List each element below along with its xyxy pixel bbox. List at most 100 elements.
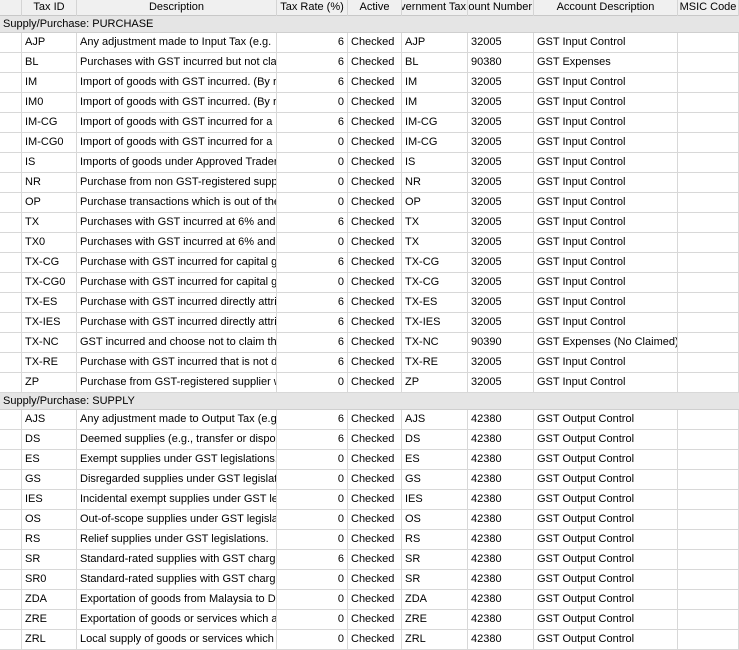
table-row[interactable]: TX0 Purchases with GST incurred at 6% and…	[0, 233, 739, 253]
cell-account-number[interactable]: 42380	[468, 590, 534, 610]
table-row[interactable]: IES Incidental exempt supplies under GST …	[0, 490, 739, 510]
cell-tax-id[interactable]: ZP	[22, 373, 77, 393]
cell-account-description[interactable]: GST Output Control	[534, 530, 678, 550]
cell-active[interactable]: Checked	[348, 590, 402, 610]
cell-government-tax[interactable]: IM-CG	[402, 133, 468, 153]
cell-description[interactable]: Standard-rated supplies with GST charge	[77, 570, 277, 590]
cell-tax-rate[interactable]: 6	[277, 410, 348, 430]
cell-msic-code[interactable]	[678, 550, 739, 570]
cell-msic-code[interactable]	[678, 490, 739, 510]
cell-msic-code[interactable]	[678, 373, 739, 393]
cell-tax-id[interactable]: DS	[22, 430, 77, 450]
cell-msic-code[interactable]	[678, 470, 739, 490]
cell-msic-code[interactable]	[678, 213, 739, 233]
cell-account-number[interactable]: 32005	[468, 193, 534, 213]
cell-msic-code[interactable]	[678, 293, 739, 313]
cell-active[interactable]: Checked	[348, 193, 402, 213]
cell-active[interactable]: Checked	[348, 53, 402, 73]
cell-government-tax[interactable]: GS	[402, 470, 468, 490]
cell-government-tax[interactable]: OP	[402, 193, 468, 213]
column-header-tax-id[interactable]: Tax ID	[22, 0, 77, 16]
cell-government-tax[interactable]: IM	[402, 93, 468, 113]
cell-tax-id[interactable]: ZRL	[22, 630, 77, 650]
cell-description[interactable]: Imports of goods under Approved Trader	[77, 153, 277, 173]
cell-active[interactable]: Checked	[348, 273, 402, 293]
table-row[interactable]: ZRL Local supply of goods or services whi…	[0, 630, 739, 650]
cell-tax-id[interactable]: IS	[22, 153, 77, 173]
column-header-msic-code[interactable]: MSIC Code	[678, 0, 739, 16]
cell-description[interactable]: Purchase with GST incurred for capital g…	[77, 273, 277, 293]
cell-msic-code[interactable]	[678, 430, 739, 450]
cell-account-description[interactable]: GST Output Control	[534, 430, 678, 450]
cell-account-number[interactable]: 32005	[468, 73, 534, 93]
cell-msic-code[interactable]	[678, 353, 739, 373]
cell-active[interactable]: Checked	[348, 213, 402, 233]
cell-account-description[interactable]: GST Input Control	[534, 213, 678, 233]
cell-active[interactable]: Checked	[348, 450, 402, 470]
cell-tax-rate[interactable]: 6	[277, 550, 348, 570]
cell-active[interactable]: Checked	[348, 313, 402, 333]
cell-account-number[interactable]: 42380	[468, 530, 534, 550]
cell-government-tax[interactable]: TX-CG	[402, 253, 468, 273]
cell-active[interactable]: Checked	[348, 530, 402, 550]
cell-active[interactable]: Checked	[348, 470, 402, 490]
cell-government-tax[interactable]: TX	[402, 233, 468, 253]
cell-account-description[interactable]: GST Input Control	[534, 33, 678, 53]
cell-active[interactable]: Checked	[348, 373, 402, 393]
cell-account-description[interactable]: GST Input Control	[534, 293, 678, 313]
cell-msic-code[interactable]	[678, 253, 739, 273]
cell-description[interactable]: Purchases with GST incurred but not clai…	[77, 53, 277, 73]
table-row[interactable]: IM-CG0 Import of goods with GST incurred …	[0, 133, 739, 153]
cell-account-number[interactable]: 90380	[468, 53, 534, 73]
cell-tax-id[interactable]: TX-IES	[22, 313, 77, 333]
cell-tax-id[interactable]: AJS	[22, 410, 77, 430]
cell-active[interactable]: Checked	[348, 630, 402, 650]
cell-government-tax[interactable]: DS	[402, 430, 468, 450]
cell-government-tax[interactable]: SR	[402, 550, 468, 570]
cell-description[interactable]: Purchase transactions which is out of th…	[77, 193, 277, 213]
cell-account-description[interactable]: GST Input Control	[534, 133, 678, 153]
cell-tax-rate[interactable]: 6	[277, 353, 348, 373]
cell-account-description[interactable]: GST Output Control	[534, 570, 678, 590]
cell-tax-rate[interactable]: 6	[277, 293, 348, 313]
cell-account-description[interactable]: GST Input Control	[534, 153, 678, 173]
column-header-government-tax[interactable]: Government Tax	[402, 0, 468, 16]
cell-msic-code[interactable]	[678, 133, 739, 153]
table-row[interactable]: TX Purchases with GST incurred at 6% and …	[0, 213, 739, 233]
cell-account-number[interactable]: 32005	[468, 233, 534, 253]
cell-msic-code[interactable]	[678, 313, 739, 333]
cell-account-description[interactable]: GST Input Control	[534, 353, 678, 373]
cell-msic-code[interactable]	[678, 590, 739, 610]
cell-msic-code[interactable]	[678, 410, 739, 430]
cell-tax-id[interactable]: OP	[22, 193, 77, 213]
cell-msic-code[interactable]	[678, 53, 739, 73]
table-row[interactable]: TX-ES Purchase with GST incurred directly…	[0, 293, 739, 313]
cell-tax-rate[interactable]: 0	[277, 630, 348, 650]
cell-tax-id[interactable]: TX-CG	[22, 253, 77, 273]
table-row[interactable]: SR0 Standard-rated supplies with GST char…	[0, 570, 739, 590]
cell-tax-rate[interactable]: 0	[277, 93, 348, 113]
cell-government-tax[interactable]: NR	[402, 173, 468, 193]
cell-msic-code[interactable]	[678, 153, 739, 173]
cell-government-tax[interactable]: RS	[402, 530, 468, 550]
cell-tax-id[interactable]: TX0	[22, 233, 77, 253]
table-row[interactable]: TX-RE Purchase with GST incurred that is …	[0, 353, 739, 373]
cell-active[interactable]: Checked	[348, 570, 402, 590]
cell-description[interactable]: GST incurred and choose not to claim the	[77, 333, 277, 353]
cell-account-description[interactable]: GST Input Control	[534, 73, 678, 93]
group-row-header[interactable]: Supply/Purchase: PURCHASE	[0, 16, 739, 33]
table-row[interactable]: RS Relief supplies under GST legislations…	[0, 530, 739, 550]
cell-tax-id[interactable]: TX	[22, 213, 77, 233]
cell-active[interactable]: Checked	[348, 333, 402, 353]
cell-active[interactable]: Checked	[348, 153, 402, 173]
cell-active[interactable]: Checked	[348, 510, 402, 530]
cell-account-number[interactable]: 90390	[468, 333, 534, 353]
cell-active[interactable]: Checked	[348, 133, 402, 153]
table-row[interactable]: ZP Purchase from GST-registered supplier …	[0, 373, 739, 393]
table-row[interactable]: DS Deemed supplies (e.g., transfer or dis…	[0, 430, 739, 450]
cell-government-tax[interactable]: ZRE	[402, 610, 468, 630]
cell-account-description[interactable]: GST Input Control	[534, 373, 678, 393]
cell-government-tax[interactable]: TX-NC	[402, 333, 468, 353]
cell-active[interactable]: Checked	[348, 233, 402, 253]
cell-account-number[interactable]: 42380	[468, 510, 534, 530]
